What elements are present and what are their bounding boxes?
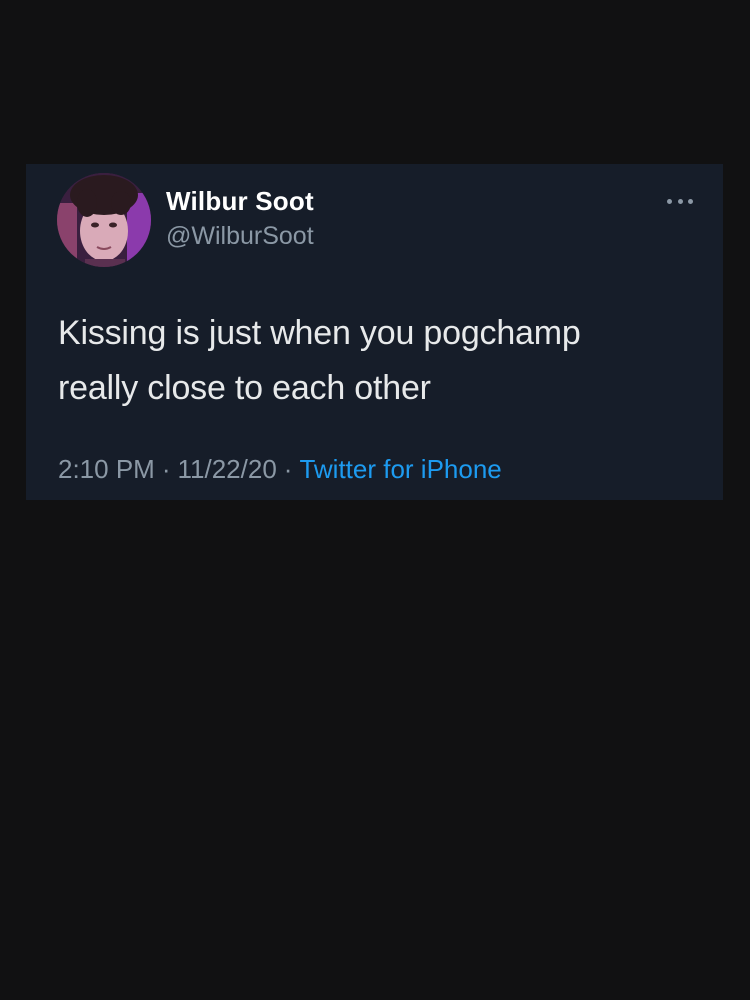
meta-separator: · bbox=[161, 454, 171, 484]
more-options-icon[interactable] bbox=[667, 191, 693, 211]
tweet-time[interactable]: 2:10 PM bbox=[58, 454, 155, 484]
tweet-text-line: Kissing is just when you pogchamp bbox=[58, 314, 581, 352]
tweet-text-line: really close to each other bbox=[58, 369, 431, 407]
tweet-source-link[interactable]: Twitter for iPhone bbox=[299, 454, 501, 484]
meta-separator: · bbox=[283, 454, 293, 484]
author-display-name[interactable]: Wilbur Soot bbox=[166, 186, 314, 217]
tweet-card: Wilbur Soot @WilburSoot Kissing is just … bbox=[26, 164, 723, 500]
more-dot bbox=[677, 198, 683, 204]
tweet-text: Kissing is just when you pogchamp really… bbox=[58, 306, 698, 416]
more-dot bbox=[667, 198, 672, 204]
avatar[interactable] bbox=[57, 173, 151, 267]
tweet-date[interactable]: 11/22/20 bbox=[178, 454, 277, 484]
author-handle[interactable]: @WilburSoot bbox=[166, 222, 314, 251]
tweet-meta: 2:10 PM · 11/22/20 · Twitter for iPhone bbox=[58, 454, 502, 485]
more-dot bbox=[688, 198, 693, 204]
avatar-image bbox=[57, 173, 151, 267]
